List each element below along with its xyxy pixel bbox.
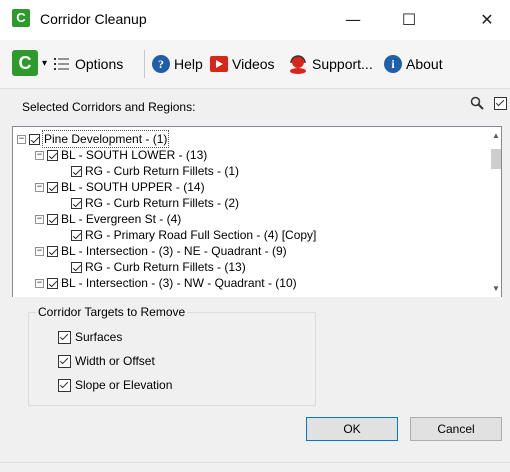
select-all-checkbox[interactable] bbox=[494, 97, 507, 110]
scroll-down-icon[interactable]: ▼ bbox=[492, 284, 500, 293]
minimize-button[interactable]: — bbox=[330, 0, 376, 40]
options-button[interactable]: Options bbox=[54, 52, 123, 76]
chevron-down-icon[interactable]: ▾ bbox=[42, 52, 47, 76]
tree-node-label: RG - Primary Road Full Section - (4) [Co… bbox=[85, 228, 317, 242]
support-button[interactable]: Support... bbox=[288, 52, 373, 76]
tree-node-label: BL - Evergreen St - (4) bbox=[61, 212, 182, 226]
ok-button[interactable]: OK bbox=[306, 417, 398, 441]
slope-elevation-checkbox[interactable] bbox=[58, 378, 71, 392]
tree-node[interactable]: − BL - SOUTH UPPER - (14) bbox=[35, 179, 205, 195]
tree-checkbox[interactable] bbox=[71, 165, 82, 177]
collapse-icon[interactable]: − bbox=[35, 246, 44, 256]
slope-elevation-option[interactable]: Slope or Elevation bbox=[58, 378, 172, 392]
surfaces-checkbox[interactable] bbox=[58, 330, 71, 344]
collapse-icon[interactable]: − bbox=[35, 150, 44, 160]
width-offset-checkbox[interactable] bbox=[58, 354, 71, 368]
tree-node-label: RG - Curb Return Fillets - (1) bbox=[85, 164, 240, 178]
targets-title: Corridor Targets to Remove bbox=[36, 305, 188, 319]
tree-node-label: BL - SOUTH LOWER - (13) bbox=[61, 148, 208, 162]
options-label: Options bbox=[75, 56, 124, 72]
tree-node[interactable]: − BL - Evergreen St - (4) bbox=[35, 211, 181, 227]
close-button[interactable]: ✕ bbox=[464, 0, 510, 40]
tree-node-label: Pine Development - (1) bbox=[42, 130, 170, 148]
surfaces-label: Surfaces bbox=[75, 330, 123, 344]
toolbar: C ▾ Options ? Help Videos Support... i A… bbox=[0, 40, 510, 89]
list-icon bbox=[54, 58, 69, 70]
help-button[interactable]: ? Help bbox=[152, 52, 203, 76]
slope-elevation-label: Slope or Elevation bbox=[75, 378, 173, 392]
video-play-icon bbox=[210, 56, 228, 72]
tree-node[interactable]: − Pine Development - (1) bbox=[17, 130, 170, 148]
tree-checkbox[interactable] bbox=[47, 277, 58, 289]
help-label: Help bbox=[174, 56, 203, 72]
collapse-icon[interactable]: − bbox=[35, 278, 44, 288]
tree-checkbox[interactable] bbox=[29, 133, 40, 145]
help-icon: ? bbox=[152, 55, 170, 73]
tree-node[interactable]: − BL - Intersection - (3) - NE - Quadran… bbox=[35, 243, 287, 259]
tree-checkbox[interactable] bbox=[47, 149, 58, 161]
selected-corridors-label: Selected Corridors and Regions: bbox=[22, 100, 196, 114]
tree-node[interactable]: RG - Curb Return Fillets - (1) bbox=[71, 163, 239, 179]
tree-checkbox[interactable] bbox=[47, 181, 58, 193]
about-button[interactable]: i About bbox=[384, 52, 443, 76]
support-label: Support... bbox=[312, 56, 373, 72]
tree-node-label: RG - Curb Return Fillets - (13) bbox=[85, 260, 246, 274]
tree-node[interactable]: − BL - Intersection - (3) - NW - Quadran… bbox=[35, 275, 297, 291]
tree-node[interactable]: RG - Primary Road Full Section - (4) [Co… bbox=[71, 227, 316, 243]
tree-checkbox[interactable] bbox=[71, 197, 82, 209]
tree-node[interactable]: RG - Curb Return Fillets - (13) bbox=[71, 259, 246, 275]
tree-checkbox[interactable] bbox=[71, 229, 82, 241]
support-headset-icon bbox=[290, 55, 306, 74]
search-icon[interactable] bbox=[470, 96, 484, 110]
tree-node[interactable]: − BL - SOUTH LOWER - (13) bbox=[35, 147, 207, 163]
toolbar-separator bbox=[144, 50, 145, 78]
videos-button[interactable]: Videos bbox=[210, 52, 275, 76]
videos-label: Videos bbox=[232, 56, 275, 72]
info-icon: i bbox=[384, 55, 402, 73]
tree-checkbox[interactable] bbox=[71, 261, 82, 273]
app-menu-button[interactable]: C bbox=[12, 50, 38, 76]
scroll-up-icon[interactable]: ▲ bbox=[492, 131, 500, 140]
collapse-icon[interactable]: − bbox=[17, 134, 26, 144]
tree-checkbox[interactable] bbox=[47, 245, 58, 257]
cancel-button[interactable]: Cancel bbox=[410, 417, 502, 441]
maximize-button[interactable]: ☐ bbox=[386, 0, 432, 40]
surfaces-option[interactable]: Surfaces bbox=[58, 330, 122, 344]
corridor-tree[interactable]: − Pine Development - (1) − BL - SOUTH LO… bbox=[12, 126, 502, 298]
window-title: Corridor Cleanup bbox=[40, 11, 147, 27]
tree-node-label: BL - SOUTH UPPER - (14) bbox=[61, 180, 205, 194]
app-icon: C bbox=[12, 9, 30, 27]
tree-scrollbar[interactable]: ▲ ▼ bbox=[491, 127, 501, 297]
tree-node[interactable]: RG - Curb Return Fillets - (2) bbox=[71, 195, 239, 211]
tree-checkbox[interactable] bbox=[47, 213, 58, 225]
tree-node-label: BL - Intersection - (3) - NW - Quadrant … bbox=[61, 276, 297, 290]
collapse-icon[interactable]: − bbox=[35, 182, 44, 192]
width-offset-option[interactable]: Width or Offset bbox=[58, 354, 155, 368]
width-offset-label: Width or Offset bbox=[75, 354, 155, 368]
scrollbar-thumb[interactable] bbox=[491, 149, 501, 169]
collapse-icon[interactable]: − bbox=[35, 214, 44, 224]
divider bbox=[0, 462, 510, 463]
tree-node-label: RG - Curb Return Fillets - (2) bbox=[85, 196, 240, 210]
title-bar: C Corridor Cleanup — ☐ ✕ bbox=[0, 0, 510, 40]
tree-node-label: BL - Intersection - (3) - NE - Quadrant … bbox=[61, 244, 287, 258]
about-label: About bbox=[406, 56, 443, 72]
